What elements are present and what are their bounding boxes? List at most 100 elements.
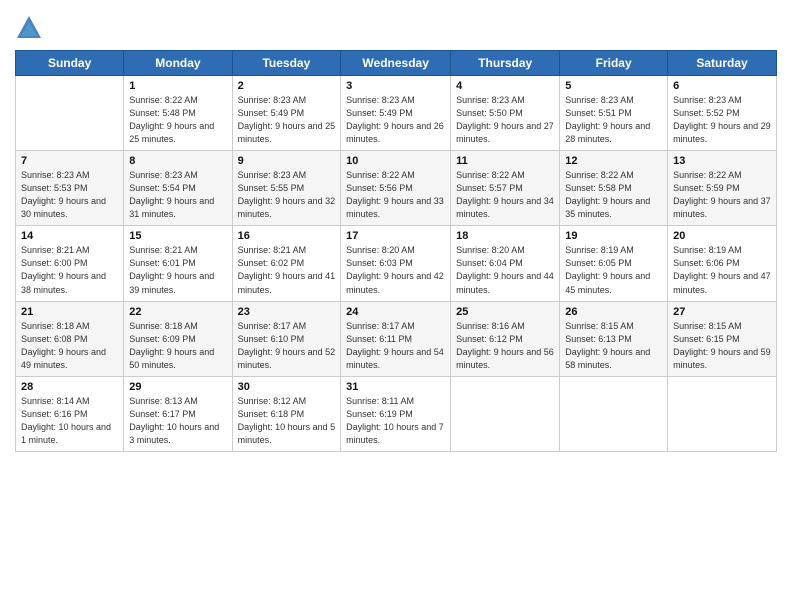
calendar-cell: 6 Sunrise: 8:23 AMSunset: 5:52 PMDaylight…: [668, 76, 777, 151]
calendar-cell: 7 Sunrise: 8:23 AMSunset: 5:53 PMDaylight…: [16, 151, 124, 226]
day-number: 26: [565, 306, 662, 318]
day-info: Sunrise: 8:20 AMSunset: 6:03 PMDaylight:…: [346, 244, 445, 296]
day-number: 12: [565, 155, 662, 167]
calendar-week-row: 28Sunrise: 8:14 AMSunset: 6:16 PMDayligh…: [16, 376, 777, 451]
calendar-header-row: SundayMondayTuesdayWednesdayThursdayFrid…: [16, 51, 777, 76]
calendar-header-thursday: Thursday: [451, 51, 560, 76]
day-info: Sunrise: 8:23 AMSunset: 5:49 PMDaylight:…: [346, 94, 445, 146]
day-info: Sunrise: 8:21 AMSunset: 6:01 PMDaylight:…: [129, 244, 226, 296]
calendar-cell: 21 Sunrise: 8:18 AMSunset: 6:08 PMDayligh…: [16, 301, 124, 376]
calendar-cell: 14 Sunrise: 8:21 AMSunset: 6:00 PMDayligh…: [16, 226, 124, 301]
day-info: Sunrise: 8:23 AMSunset: 5:55 PMDaylight:…: [238, 169, 336, 221]
day-number: 11: [456, 155, 554, 167]
calendar-header-tuesday: Tuesday: [232, 51, 341, 76]
day-info: Sunrise: 8:18 AMSunset: 6:08 PMDaylight:…: [21, 320, 118, 372]
day-number: 7: [21, 155, 118, 167]
day-info: Sunrise: 8:22 AMSunset: 5:48 PMDaylight:…: [129, 94, 226, 146]
day-number: 17: [346, 230, 445, 242]
calendar-cell: [16, 76, 124, 151]
calendar-cell: 9 Sunrise: 8:23 AMSunset: 5:55 PMDaylight…: [232, 151, 341, 226]
day-info: Sunrise: 8:17 AMSunset: 6:10 PMDaylight:…: [238, 320, 336, 372]
day-info: Sunrise: 8:23 AMSunset: 5:52 PMDaylight:…: [673, 94, 771, 146]
day-info: Sunrise: 8:22 AMSunset: 5:56 PMDaylight:…: [346, 169, 445, 221]
calendar-cell: 13Sunrise: 8:22 AMSunset: 5:59 PMDayligh…: [668, 151, 777, 226]
day-info: Sunrise: 8:23 AMSunset: 5:50 PMDaylight:…: [456, 94, 554, 146]
calendar-cell: 26 Sunrise: 8:15 AMSunset: 6:13 PMDayligh…: [560, 301, 668, 376]
day-info: Sunrise: 8:23 AMSunset: 5:51 PMDaylight:…: [565, 94, 662, 146]
day-info: Sunrise: 8:22 AMSunset: 5:58 PMDaylight:…: [565, 169, 662, 221]
calendar-cell: 3Sunrise: 8:23 AMSunset: 5:49 PMDaylight…: [341, 76, 451, 151]
header: [15, 10, 777, 42]
day-number: 16: [238, 230, 336, 242]
day-info: Sunrise: 8:21 AMSunset: 6:02 PMDaylight:…: [238, 244, 336, 296]
day-number: 6: [673, 80, 771, 92]
calendar-cell: 12 Sunrise: 8:22 AMSunset: 5:58 PMDayligh…: [560, 151, 668, 226]
calendar-cell: [560, 376, 668, 451]
calendar-cell: 29Sunrise: 8:13 AMSunset: 6:17 PMDayligh…: [124, 376, 232, 451]
calendar-header-wednesday: Wednesday: [341, 51, 451, 76]
day-number: 28: [21, 381, 118, 393]
day-number: 31: [346, 381, 445, 393]
day-number: 24: [346, 306, 445, 318]
calendar-header-monday: Monday: [124, 51, 232, 76]
calendar-cell: 25 Sunrise: 8:16 AMSunset: 6:12 PMDayligh…: [451, 301, 560, 376]
calendar-cell: 2 Sunrise: 8:23 AMSunset: 5:49 PMDaylight…: [232, 76, 341, 151]
day-info: Sunrise: 8:21 AMSunset: 6:00 PMDaylight:…: [21, 244, 118, 296]
calendar-cell: 15 Sunrise: 8:21 AMSunset: 6:01 PMDayligh…: [124, 226, 232, 301]
calendar-cell: 16 Sunrise: 8:21 AMSunset: 6:02 PMDayligh…: [232, 226, 341, 301]
day-number: 2: [238, 80, 336, 92]
day-info: Sunrise: 8:15 AMSunset: 6:13 PMDaylight:…: [565, 320, 662, 372]
day-number: 10: [346, 155, 445, 167]
calendar-cell: 27 Sunrise: 8:15 AMSunset: 6:15 PMDayligh…: [668, 301, 777, 376]
calendar-cell: 17 Sunrise: 8:20 AMSunset: 6:03 PMDayligh…: [341, 226, 451, 301]
calendar-week-row: 7 Sunrise: 8:23 AMSunset: 5:53 PMDaylight…: [16, 151, 777, 226]
day-number: 25: [456, 306, 554, 318]
calendar-cell: 4Sunrise: 8:23 AMSunset: 5:50 PMDaylight…: [451, 76, 560, 151]
day-number: 30: [238, 381, 336, 393]
day-number: 23: [238, 306, 336, 318]
calendar-table: SundayMondayTuesdayWednesdayThursdayFrid…: [15, 50, 777, 452]
calendar-cell: 28Sunrise: 8:14 AMSunset: 6:16 PMDayligh…: [16, 376, 124, 451]
calendar-cell: 10 Sunrise: 8:22 AMSunset: 5:56 PMDayligh…: [341, 151, 451, 226]
day-number: 15: [129, 230, 226, 242]
calendar-cell: 30 Sunrise: 8:12 AMSunset: 6:18 PMDayligh…: [232, 376, 341, 451]
calendar-cell: 31 Sunrise: 8:11 AMSunset: 6:19 PMDayligh…: [341, 376, 451, 451]
day-info: Sunrise: 8:18 AMSunset: 6:09 PMDaylight:…: [129, 320, 226, 372]
day-number: 20: [673, 230, 771, 242]
calendar-page: SundayMondayTuesdayWednesdayThursdayFrid…: [0, 0, 792, 612]
day-number: 22: [129, 306, 226, 318]
day-info: Sunrise: 8:22 AMSunset: 5:59 PMDaylight:…: [673, 169, 771, 221]
day-info: Sunrise: 8:23 AMSunset: 5:49 PMDaylight:…: [238, 94, 336, 146]
day-number: 21: [21, 306, 118, 318]
day-info: Sunrise: 8:23 AMSunset: 5:53 PMDaylight:…: [21, 169, 118, 221]
calendar-cell: 22 Sunrise: 8:18 AMSunset: 6:09 PMDayligh…: [124, 301, 232, 376]
day-number: 1: [129, 80, 226, 92]
calendar-cell: 20Sunrise: 8:19 AMSunset: 6:06 PMDayligh…: [668, 226, 777, 301]
day-number: 14: [21, 230, 118, 242]
day-info: Sunrise: 8:17 AMSunset: 6:11 PMDaylight:…: [346, 320, 445, 372]
calendar-cell: 18Sunrise: 8:20 AMSunset: 6:04 PMDayligh…: [451, 226, 560, 301]
day-info: Sunrise: 8:23 AMSunset: 5:54 PMDaylight:…: [129, 169, 226, 221]
day-info: Sunrise: 8:22 AMSunset: 5:57 PMDaylight:…: [456, 169, 554, 221]
day-number: 19: [565, 230, 662, 242]
calendar-cell: 11 Sunrise: 8:22 AMSunset: 5:57 PMDayligh…: [451, 151, 560, 226]
calendar-cell: 24 Sunrise: 8:17 AMSunset: 6:11 PMDayligh…: [341, 301, 451, 376]
day-number: 18: [456, 230, 554, 242]
logo: [15, 14, 47, 42]
day-info: Sunrise: 8:19 AMSunset: 6:05 PMDaylight:…: [565, 244, 662, 296]
calendar-week-row: 14 Sunrise: 8:21 AMSunset: 6:00 PMDayligh…: [16, 226, 777, 301]
day-info: Sunrise: 8:16 AMSunset: 6:12 PMDaylight:…: [456, 320, 554, 372]
calendar-cell: 5 Sunrise: 8:23 AMSunset: 5:51 PMDaylight…: [560, 76, 668, 151]
calendar-week-row: 21 Sunrise: 8:18 AMSunset: 6:08 PMDayligh…: [16, 301, 777, 376]
calendar-cell: [668, 376, 777, 451]
calendar-header-friday: Friday: [560, 51, 668, 76]
day-number: 5: [565, 80, 662, 92]
calendar-cell: 23 Sunrise: 8:17 AMSunset: 6:10 PMDayligh…: [232, 301, 341, 376]
day-info: Sunrise: 8:15 AMSunset: 6:15 PMDaylight:…: [673, 320, 771, 372]
calendar-cell: 1 Sunrise: 8:22 AMSunset: 5:48 PMDaylight…: [124, 76, 232, 151]
day-number: 27: [673, 306, 771, 318]
day-info: Sunrise: 8:11 AMSunset: 6:19 PMDaylight:…: [346, 395, 445, 447]
day-info: Sunrise: 8:12 AMSunset: 6:18 PMDaylight:…: [238, 395, 336, 447]
calendar-header-sunday: Sunday: [16, 51, 124, 76]
day-number: 9: [238, 155, 336, 167]
